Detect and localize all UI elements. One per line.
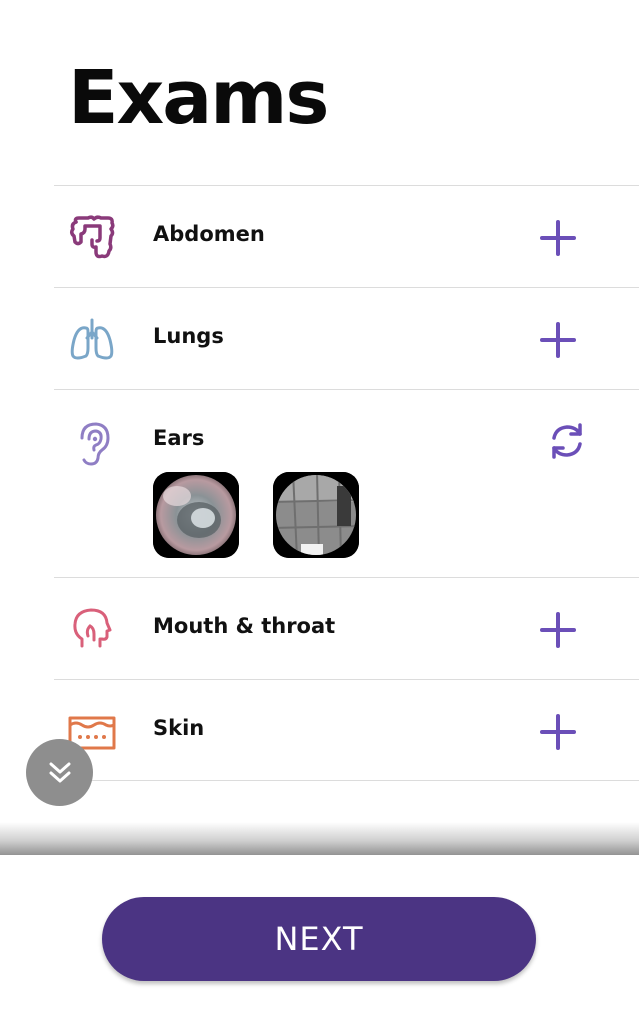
scroll-down-button[interactable] <box>26 739 93 806</box>
exam-row-mouth-throat[interactable]: Mouth & throat <box>54 577 639 679</box>
add-mouth-throat-button[interactable] <box>538 610 578 650</box>
ear-photo-thumbnails <box>153 472 359 558</box>
ear-exam-photo-1[interactable] <box>153 472 239 558</box>
plus-icon <box>540 612 576 648</box>
ear-icon <box>66 418 118 466</box>
exam-label: Skin <box>153 716 205 740</box>
exam-label: Abdomen <box>153 222 265 246</box>
double-chevron-down-icon <box>49 762 70 782</box>
add-skin-button[interactable] <box>538 712 578 752</box>
add-abdomen-button[interactable] <box>538 218 578 258</box>
exam-row-abdomen[interactable]: Abdomen <box>54 185 639 287</box>
plus-icon <box>540 714 576 750</box>
bottom-shadow <box>0 822 639 856</box>
exam-row-lungs[interactable]: Lungs <box>54 287 639 389</box>
page-title: Exams <box>68 55 329 141</box>
exam-label: Ears <box>153 426 205 450</box>
retake-ears-button[interactable] <box>546 420 586 460</box>
ear-exam-photo-2[interactable] <box>273 472 359 558</box>
next-button[interactable]: NEXT <box>102 897 536 981</box>
head-profile-icon <box>66 606 118 652</box>
exam-row-ears[interactable]: Ears <box>54 389 639 577</box>
plus-icon <box>540 220 576 256</box>
exam-row-skin[interactable]: Skin <box>54 679 639 781</box>
intestine-icon <box>66 214 118 260</box>
lungs-icon <box>66 316 118 362</box>
exams-screen: Exams Abdomen Lungs Ears Mouth & throat … <box>0 0 639 1024</box>
add-lungs-button[interactable] <box>538 320 578 360</box>
plus-icon <box>540 322 576 358</box>
exam-label: Mouth & throat <box>153 614 336 638</box>
refresh-icon <box>552 423 582 459</box>
exam-list: Abdomen Lungs Ears Mouth & throat Skin <box>54 185 639 781</box>
exam-label: Lungs <box>153 324 224 348</box>
